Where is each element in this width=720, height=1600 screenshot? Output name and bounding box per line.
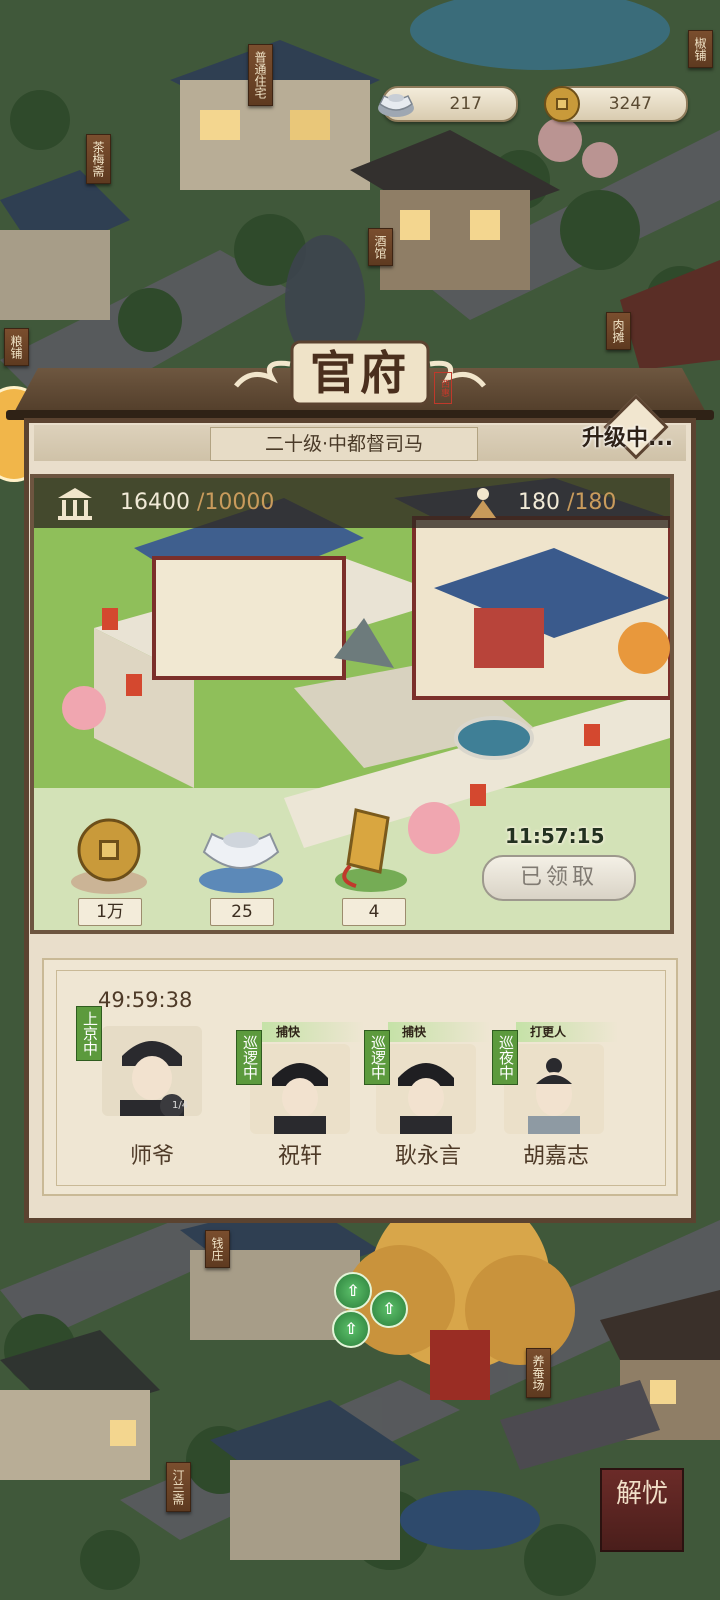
staff-timer: 49:59:38 <box>98 988 193 1012</box>
pavilion-icon <box>58 488 92 520</box>
staff-name: 耿永言 <box>394 1144 461 1169</box>
upgrade-arrow-icon[interactable]: ⇧ <box>370 1290 408 1328</box>
shop-sign-tinglan[interactable]: 汀兰斋 <box>166 1462 191 1512</box>
staff-role: 打更人 <box>516 1022 618 1042</box>
shop-sign-silk[interactable]: 养蚕场 <box>526 1348 551 1398</box>
avatar <box>250 1044 350 1134</box>
staff-stat: 180 /180 <box>518 490 616 515</box>
jieyou-button[interactable]: 解忧 <box>600 1468 684 1552</box>
upgrade-arrow-icon[interactable]: ⇧ <box>334 1272 372 1310</box>
token-icon <box>335 808 407 892</box>
staff-capacity-icon <box>470 488 496 518</box>
reward-silver-label: 25 <box>210 898 274 926</box>
prosperity-stat: 16400 /10000 <box>120 490 274 515</box>
silver-ingot-icon <box>199 832 283 893</box>
shop-sign-bank[interactable]: 钱庄 <box>205 1230 230 1268</box>
collect-timer: 11:57:15 <box>505 824 605 848</box>
shop-sign-residence[interactable]: 普通住宅 <box>248 44 273 106</box>
status-tag: 巡夜中 <box>492 1030 518 1085</box>
prosperity-max: /10000 <box>197 490 275 515</box>
shop-sign-butcher[interactable]: 肉摊 <box>606 312 631 350</box>
silver-ingot-icon <box>378 94 414 117</box>
status-tag: 上京中 <box>76 1006 102 1061</box>
coin-counter[interactable]: 3247 <box>544 86 688 122</box>
staff-name: 师爷 <box>129 1144 174 1169</box>
staff-max: /180 <box>567 490 617 515</box>
copper-coin-icon <box>71 818 147 894</box>
title-seal: 西惠 <box>434 372 452 404</box>
rank-label: 二十级·中都督司马 <box>210 427 478 461</box>
portrait-badge: 1/4 <box>172 1100 189 1111</box>
prosperity-current: 16400 <box>120 490 190 515</box>
avatar <box>504 1044 604 1134</box>
shop-sign-top-right[interactable]: 椒铺 <box>688 30 713 68</box>
staff-name: 胡嘉志 <box>522 1144 589 1169</box>
claimed-button[interactable]: 已领取 <box>482 855 636 901</box>
silver-amount: 217 <box>449 94 482 114</box>
status-tag: 巡逻中 <box>364 1030 390 1085</box>
shop-sign-tea[interactable]: 茶梅斋 <box>86 134 111 184</box>
copper-coin-icon <box>544 86 580 122</box>
upgrade-arrow-icon[interactable]: ⇧ <box>332 1310 370 1348</box>
reward-token-label: 4 <box>342 898 406 926</box>
avatar <box>376 1044 476 1134</box>
upgrade-status[interactable]: 升级中... <box>582 420 673 452</box>
status-tag: 巡逻中 <box>236 1030 262 1085</box>
shop-sign-tavern[interactable]: 酒馆 <box>368 228 393 266</box>
reward-coin-label: 1万 <box>78 898 142 926</box>
panel-title: 官府 <box>310 346 410 400</box>
silver-counter[interactable]: 217 <box>378 86 518 122</box>
coin-amount: 3247 <box>608 94 652 114</box>
staff-role: 捕快 <box>262 1022 364 1042</box>
staff-role: 捕快 <box>388 1022 490 1042</box>
shop-sign-grain[interactable]: 粮铺 <box>4 328 29 366</box>
staff-current: 180 <box>518 490 560 515</box>
staff-name: 祝轩 <box>277 1144 322 1169</box>
